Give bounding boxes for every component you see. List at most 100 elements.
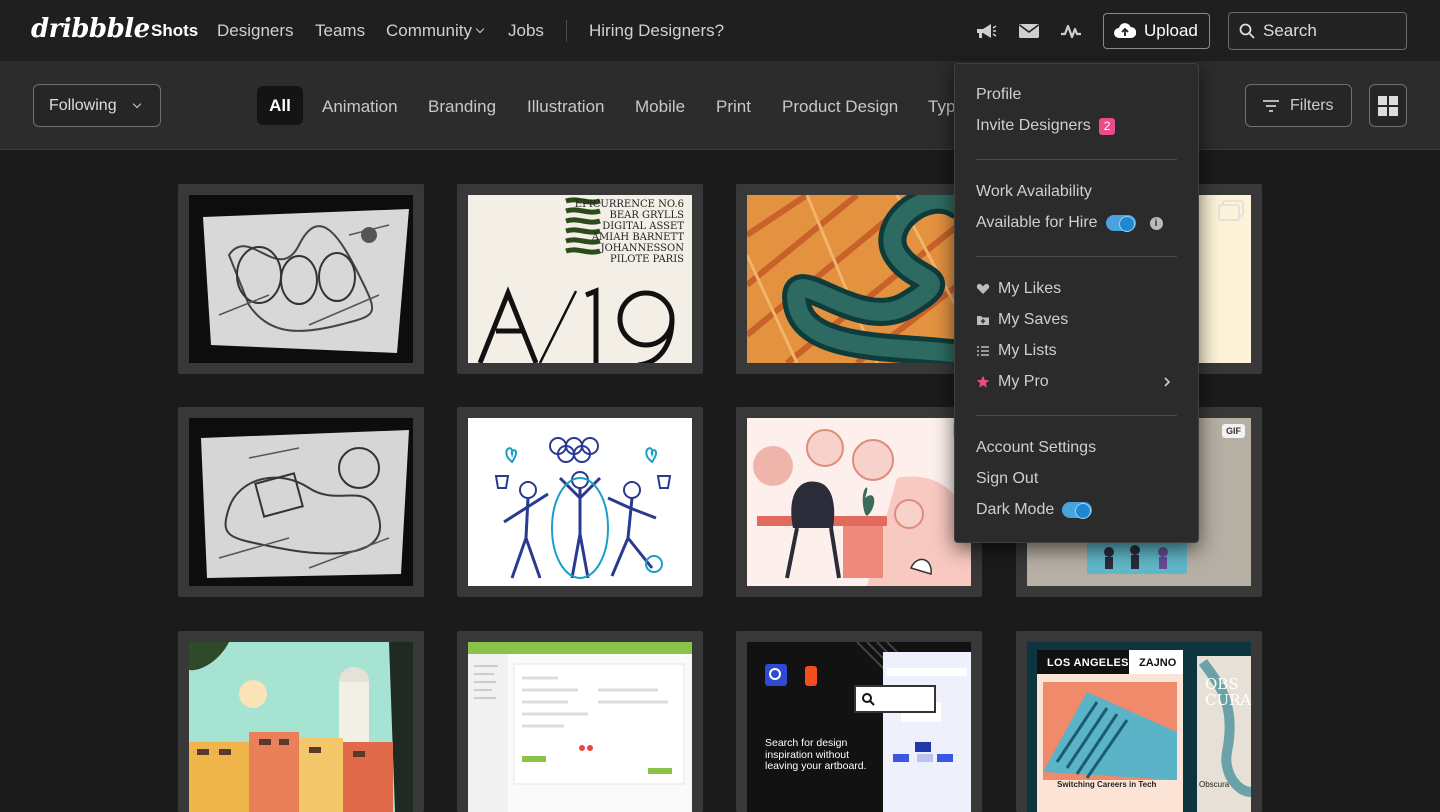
shot-card[interactable]: LOS ANGELES ZAJNO OBS CURA Switching Car…	[1016, 631, 1262, 812]
shot-card[interactable]	[457, 407, 703, 597]
category-all[interactable]: All	[257, 86, 303, 125]
nav-hiring-designers[interactable]: Hiring Designers?	[589, 21, 724, 41]
available-for-hire-label: Available for Hire	[976, 214, 1098, 231]
chevron-down-icon	[132, 99, 142, 109]
shot-card[interactable]	[736, 184, 982, 374]
city-artwork	[189, 642, 413, 812]
category-print[interactable]: Print	[716, 97, 751, 117]
menu-work-availability[interactable]: Work Availability	[976, 183, 1092, 201]
poster-caption: Switching Careers in Tech	[1057, 780, 1157, 789]
workspace-artwork	[747, 418, 971, 586]
nav-teams[interactable]: Teams	[315, 21, 365, 41]
shot-card[interactable]	[178, 184, 424, 374]
filter-bar: Following All Animation Branding Illustr…	[0, 62, 1440, 150]
list-icon	[977, 346, 989, 356]
menu-my-saves[interactable]: My Saves	[976, 311, 1068, 329]
filters-button[interactable]: Filters	[1245, 84, 1352, 127]
menu-sign-out[interactable]: Sign Out	[976, 470, 1038, 488]
dark-mode-toggle[interactable]	[1062, 502, 1093, 519]
shot-card[interactable]	[178, 631, 424, 812]
nav-community[interactable]: Community	[386, 21, 485, 41]
menu-account-settings[interactable]: Account Settings	[976, 439, 1096, 457]
activity-icon[interactable]	[1060, 22, 1082, 40]
nav-designers[interactable]: Designers	[217, 21, 294, 41]
category-product-design[interactable]: Product Design	[782, 97, 898, 117]
shot-thumbnail[interactable]	[747, 195, 971, 363]
available-for-hire-toggle[interactable]	[1105, 215, 1136, 232]
text-line: PILOTE PARIS	[609, 254, 684, 265]
category-illustration[interactable]: Illustration	[527, 97, 604, 117]
heart-icon	[976, 283, 990, 294]
shot-thumbnail[interactable]	[189, 642, 413, 812]
info-icon[interactable]: i	[1149, 216, 1163, 230]
shot-card[interactable]	[178, 407, 424, 597]
shot-card[interactable]	[457, 631, 703, 812]
grid-view-button[interactable]	[1369, 84, 1407, 127]
shot-thumbnail[interactable]	[189, 418, 413, 586]
following-dropdown[interactable]: Following	[33, 84, 161, 127]
poster-brand: ZAJNO	[1139, 657, 1177, 669]
shot-thumbnail[interactable]	[468, 642, 692, 812]
folder-icon	[977, 316, 989, 325]
profile-dropdown-menu: Profile Invite Designers 2 Work Availabi…	[954, 63, 1199, 543]
text-line: AMIAH BARNETT	[591, 232, 684, 243]
menu-dark-mode[interactable]: Dark Mode	[976, 501, 1093, 519]
plugin-tagline: Search for design inspiration without le…	[765, 737, 867, 772]
cloud-upload-icon	[1114, 23, 1136, 38]
dark-mode-label: Dark Mode	[976, 501, 1055, 518]
chevron-right-icon	[1164, 377, 1171, 387]
shot-card[interactable]	[736, 407, 982, 597]
text-line: JOHANNESSON	[600, 243, 684, 254]
nav-jobs[interactable]: Jobs	[508, 21, 544, 41]
dashboard-artwork	[468, 642, 692, 812]
megaphone-icon[interactable]	[975, 22, 997, 40]
my-likes-label: My Likes	[998, 280, 1062, 297]
upload-label: Upload	[1144, 21, 1198, 40]
plugin-artwork	[747, 642, 971, 812]
following-label: Following	[49, 96, 117, 114]
menu-my-pro[interactable]: My Pro	[976, 373, 1177, 391]
text-line: EPICURRENCE NO.6	[574, 199, 684, 210]
my-lists-label: My Lists	[998, 342, 1057, 359]
category-animation[interactable]: Animation	[322, 97, 398, 117]
nav-shots[interactable]: Shots	[151, 21, 198, 41]
category-mobile[interactable]: Mobile	[635, 97, 685, 117]
poster-side-caption: Obscura	[1199, 780, 1230, 789]
sketch-artwork	[201, 430, 409, 578]
menu-profile[interactable]: Profile	[976, 86, 1021, 104]
shot-card[interactable]: Search for design inspiration without le…	[736, 631, 982, 812]
menu-invite-designers[interactable]: Invite Designers 2	[976, 117, 1116, 135]
shot-thumbnail[interactable]: LOS ANGELES ZAJNO OBS CURA Switching Car…	[1027, 642, 1251, 812]
my-saves-label: My Saves	[998, 311, 1069, 328]
shot-thumbnail[interactable]	[747, 418, 971, 586]
category-typography[interactable]: Typ	[928, 97, 955, 117]
shot-thumbnail[interactable]	[468, 418, 692, 586]
upload-button[interactable]: Upload	[1103, 13, 1210, 49]
gif-badge: GIF	[1222, 424, 1245, 438]
shot-thumbnail[interactable]	[189, 195, 413, 363]
dribbble-logo[interactable]: dribbble	[31, 14, 150, 44]
shot-card[interactable]: EPICURRENCE NO.6 BEAR GRYLLS DIGITAL ASS…	[457, 184, 703, 374]
text-line: BEAR GRYLLS	[609, 210, 684, 221]
typography-text-lines: EPICURRENCE NO.6 BEAR GRYLLS DIGITAL ASS…	[575, 199, 684, 265]
poster-side-title: OBS CURA	[1205, 675, 1251, 709]
nav-divider	[566, 20, 567, 42]
filter-icon	[1263, 99, 1279, 112]
sketch-artwork	[203, 209, 409, 353]
my-pro-label: My Pro	[998, 373, 1049, 390]
chevron-down-icon	[475, 24, 485, 34]
poster-city: LOS ANGELES	[1047, 657, 1129, 669]
menu-invite-label: Invite Designers	[976, 117, 1091, 134]
text-line: DIGITAL ASSET	[602, 221, 684, 232]
menu-my-likes[interactable]: My Likes	[976, 280, 1061, 298]
multi-shot-icon	[1218, 200, 1244, 221]
athletes-artwork	[494, 437, 672, 579]
menu-available-for-hire[interactable]: Available for Hire i	[976, 214, 1163, 232]
shot-thumbnail[interactable]: EPICURRENCE NO.6 BEAR GRYLLS DIGITAL ASS…	[468, 195, 692, 363]
shot-thumbnail[interactable]: Search for design inspiration without le…	[747, 642, 971, 812]
category-branding[interactable]: Branding	[428, 97, 496, 117]
search-input[interactable]: Search	[1228, 12, 1407, 50]
menu-my-lists[interactable]: My Lists	[976, 342, 1057, 360]
search-icon	[1239, 23, 1255, 39]
mail-icon[interactable]	[1018, 22, 1040, 40]
